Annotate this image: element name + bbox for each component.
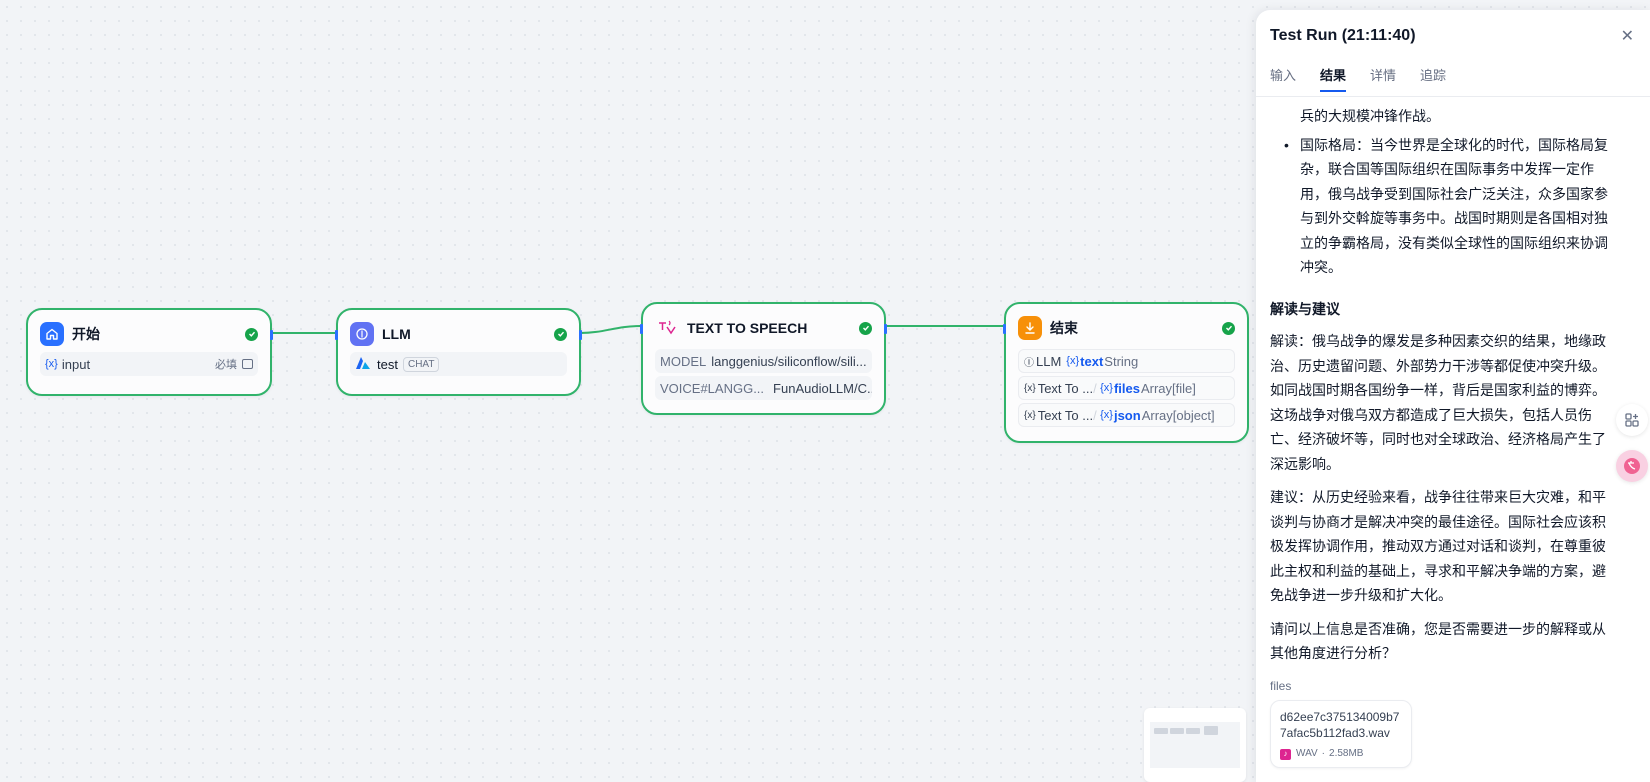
llm-node-title: LLM <box>382 326 411 342</box>
output-handle[interactable] <box>270 330 273 340</box>
success-check-icon <box>554 327 567 341</box>
model-mode-badge: CHAT <box>402 356 440 372</box>
minimap-node <box>1186 728 1200 734</box>
variable-icon: {x} <box>1066 355 1080 367</box>
output-handle[interactable] <box>579 330 582 340</box>
close-icon[interactable]: ✕ <box>1621 26 1634 46</box>
file-card[interactable]: d62ee7c375134009b77afac5b112fad3.wav ♪ W… <box>1270 700 1412 768</box>
output-source: LLM <box>1036 353 1062 369</box>
tts-source-icon: {x} <box>1024 382 1036 394</box>
variable-icon: {x} <box>1100 382 1113 394</box>
tab-input[interactable]: 输入 <box>1270 65 1296 92</box>
tab-detail[interactable]: 详情 <box>1370 65 1396 92</box>
file-meta: ♪ WAV · 2.58MB <box>1280 746 1402 762</box>
edge-llm-tts <box>579 325 642 334</box>
start-node-title: 开始 <box>72 326 100 342</box>
output-name: text <box>1080 353 1104 369</box>
workflow-canvas[interactable]: 开始 {x} input 必填 LLM test CHAT TEXT TO SP… <box>0 0 1256 782</box>
output-name: files <box>1113 380 1140 396</box>
variable-icon: {x} <box>1100 409 1113 421</box>
tab-result[interactable]: 结果 <box>1320 65 1347 92</box>
list-item: 国际格局：当今世界是全球化的时代，国际格局复杂，联合国等国际组织在国际事务中发挥… <box>1284 133 1610 280</box>
model-provider-icon <box>355 356 371 373</box>
panel-title: Test Run (21:11:40) <box>1270 27 1416 44</box>
output-type: String <box>1104 353 1139 369</box>
output-handle[interactable] <box>884 324 887 334</box>
llm-model-row: test CHAT <box>350 352 567 376</box>
file-size: 2.58MB <box>1329 748 1364 759</box>
panel-tabs: 输入 结果 详情 追踪 <box>1270 65 1470 92</box>
output-source: Text To ... <box>1037 380 1094 396</box>
audio-file-icon: ♪ <box>1280 748 1291 760</box>
tabs-divider <box>1256 96 1650 97</box>
section-title: 解读与建议 <box>1270 300 1340 317</box>
tts-node-title: TEXT TO SPEECH <box>687 320 808 336</box>
start-node[interactable]: 开始 {x} input 必填 <box>26 308 273 396</box>
input-handle[interactable] <box>1003 324 1006 334</box>
result-list: 兵的大规模冲锋作战。 国际格局：当今世界是全球化的时代，国际格局复杂，联合国等国… <box>1270 104 1610 280</box>
tts-source-icon: {x} <box>1024 409 1036 421</box>
end-output-row: {x} Text To ... / {x} json Array[object] <box>1018 403 1235 427</box>
text-input-icon <box>242 359 253 369</box>
result-content: 兵的大规模冲锋作战。 国际格局：当今世界是全球化的时代，国际格局复杂，联合国等国… <box>1270 98 1610 675</box>
end-flag-icon <box>1018 316 1042 340</box>
param-value: FunAudioLLM/C... <box>773 380 872 396</box>
text-to-speech-icon <box>655 316 679 340</box>
list-item: 兵的大规模冲锋作战。 <box>1300 108 1440 124</box>
param-value: langgenius/siliconflow/sili... <box>711 353 867 369</box>
output-type: Array[file] <box>1140 380 1196 396</box>
output-type: Array[object] <box>1141 407 1215 423</box>
file-name: d62ee7c375134009b77afac5b112fad3.wav <box>1280 710 1400 740</box>
minimap-node <box>1204 726 1218 735</box>
param-key: VOICE#LANGG... <box>660 380 765 396</box>
result-paragraph: 请问以上信息是否准确，您是否需要进一步的解释或从其他角度进行分析？ <box>1270 620 1606 662</box>
translate-icon[interactable] <box>1616 450 1648 482</box>
llm-source-icon: Ⓘ <box>1024 357 1034 369</box>
end-output-row: {x} Text To ... / {x} files Array[file] <box>1018 376 1235 400</box>
result-paragraph: 建议：从历史经验来看，战争往往带来巨大灾难，和平谈判与协商才是解决冲突的最佳途径… <box>1270 489 1606 603</box>
end-node[interactable]: 结束 Ⓘ LLM {x} text String {x} Text To ...… <box>1003 302 1249 443</box>
success-check-icon <box>859 321 872 335</box>
result-paragraph: 解读：俄乌战争的爆发是多种因素交织的结果，地缘政治、历史遗留问题、外部势力干涉等… <box>1270 333 1606 472</box>
variable-name: input <box>61 356 91 372</box>
output-name: json <box>1113 407 1141 423</box>
tts-param-row: MODEL langgenius/siliconflow/sili... <box>655 349 872 373</box>
apps-grid-icon[interactable] <box>1616 404 1648 436</box>
minimap-node <box>1154 728 1168 734</box>
variable-icon: {x} <box>45 358 58 370</box>
param-key: MODEL <box>660 353 707 369</box>
model-name: test <box>377 356 398 372</box>
start-input-variable: {x} input 必填 <box>40 352 258 376</box>
success-check-icon <box>1222 321 1235 335</box>
tts-param-row: VOICE#LANGG... FunAudioLLM/C... <box>655 376 872 400</box>
test-run-panel: Test Run (21:11:40) ✕ 输入 结果 详情 追踪 兵的大规模冲… <box>1256 10 1650 782</box>
output-source: Text To ... <box>1037 407 1094 423</box>
minimap[interactable] <box>1144 708 1246 782</box>
tts-node[interactable]: TEXT TO SPEECH MODEL langgenius/siliconf… <box>640 302 887 415</box>
minimap-node <box>1170 728 1184 734</box>
end-output-row: Ⓘ LLM {x} text String <box>1018 349 1235 373</box>
home-icon <box>40 322 64 346</box>
success-check-icon <box>245 327 258 341</box>
input-handle[interactable] <box>335 330 338 340</box>
required-label: 必填 <box>215 359 237 371</box>
file-type: WAV <box>1296 748 1318 759</box>
llm-node[interactable]: LLM test CHAT <box>335 308 582 396</box>
llm-brain-icon <box>350 322 374 346</box>
files-label: files <box>1270 679 1292 693</box>
tab-tracing[interactable]: 追踪 <box>1420 65 1446 92</box>
end-node-title: 结束 <box>1050 320 1078 336</box>
input-handle[interactable] <box>640 324 643 334</box>
